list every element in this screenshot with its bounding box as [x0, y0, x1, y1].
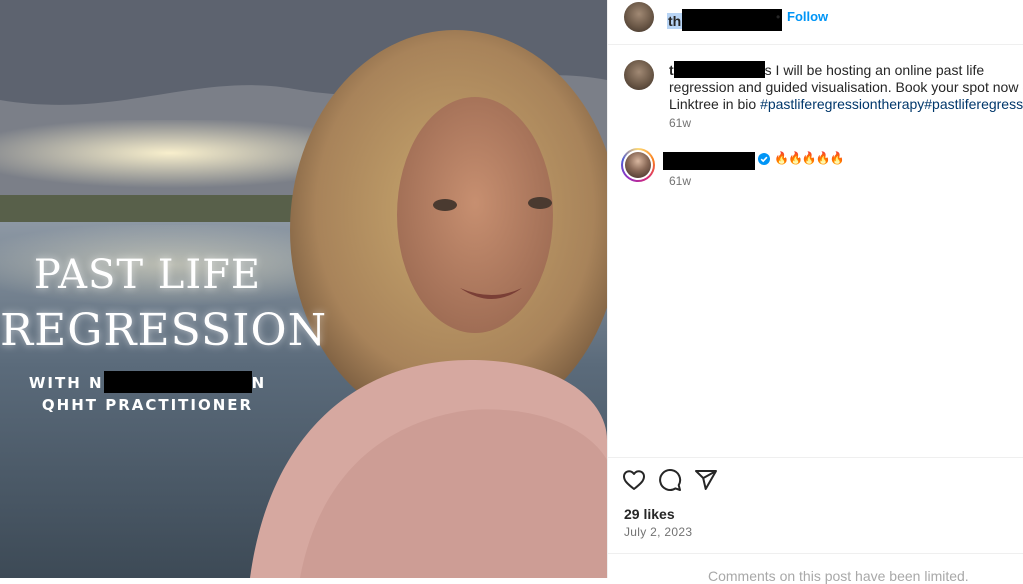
paper-plane-icon[interactable]: [694, 468, 718, 492]
speech-bubble-icon[interactable]: [658, 468, 682, 492]
comments-limited-notice: Comments on this post have been limited.: [708, 568, 969, 584]
post-image: PAST LIFE REGRESSION WITH N N QHHT PRACTI…: [0, 0, 607, 578]
caption-time[interactable]: 61w: [669, 116, 691, 130]
redaction-bar: [103, 371, 252, 393]
caption-text-line3: Linktree in bio: [669, 96, 761, 112]
image-subtitle-line1: WITH N N: [0, 371, 295, 393]
image-title-line2: REGRESSION: [0, 305, 328, 356]
image-title-line1: PAST LIFE: [33, 252, 262, 298]
post-side-panel: th • Follow ts I will be hosting an onli…: [608, 0, 1023, 584]
caption-text: ts I will be hosting an online past life…: [669, 61, 1023, 113]
likes-count[interactable]: 29 likes: [624, 506, 675, 522]
author-avatar[interactable]: [624, 2, 654, 32]
actions-divider: [608, 457, 1023, 458]
follow-button[interactable]: Follow: [787, 9, 828, 24]
footer-divider: [608, 553, 1023, 554]
caption-text-line1: s I will be hosting an online past life: [764, 62, 985, 78]
image-subtitle-prefix: WITH N: [28, 374, 104, 392]
redaction-bar: [682, 9, 783, 31]
comment-text: 🔥🔥🔥🔥🔥: [774, 151, 845, 165]
redaction-bar: [673, 61, 765, 78]
image-subtitle-suffix: N: [251, 374, 267, 392]
verified-badge-icon: [758, 153, 770, 165]
author-username[interactable]: th: [667, 9, 783, 31]
caption-hashtags[interactable]: #pastliferegressiontherapy#pastliferegre…: [760, 96, 1023, 112]
caption-text-line2: regression and guided visualisation. Boo…: [669, 79, 1023, 95]
username-visible-part[interactable]: th: [667, 13, 683, 29]
post-date[interactable]: July 2, 2023: [624, 525, 692, 539]
separator-dot: •: [776, 10, 781, 24]
post-header: th • Follow: [608, 0, 1023, 45]
heart-outline-icon[interactable]: [622, 468, 646, 492]
commenter-avatar[interactable]: [621, 148, 655, 182]
caption-author-avatar[interactable]: [624, 60, 654, 90]
commenter-username-redacted[interactable]: [663, 152, 755, 170]
comment-time[interactable]: 61w: [669, 174, 691, 188]
image-subtitle-line2: QHHT PRACTITIONER: [41, 396, 254, 414]
